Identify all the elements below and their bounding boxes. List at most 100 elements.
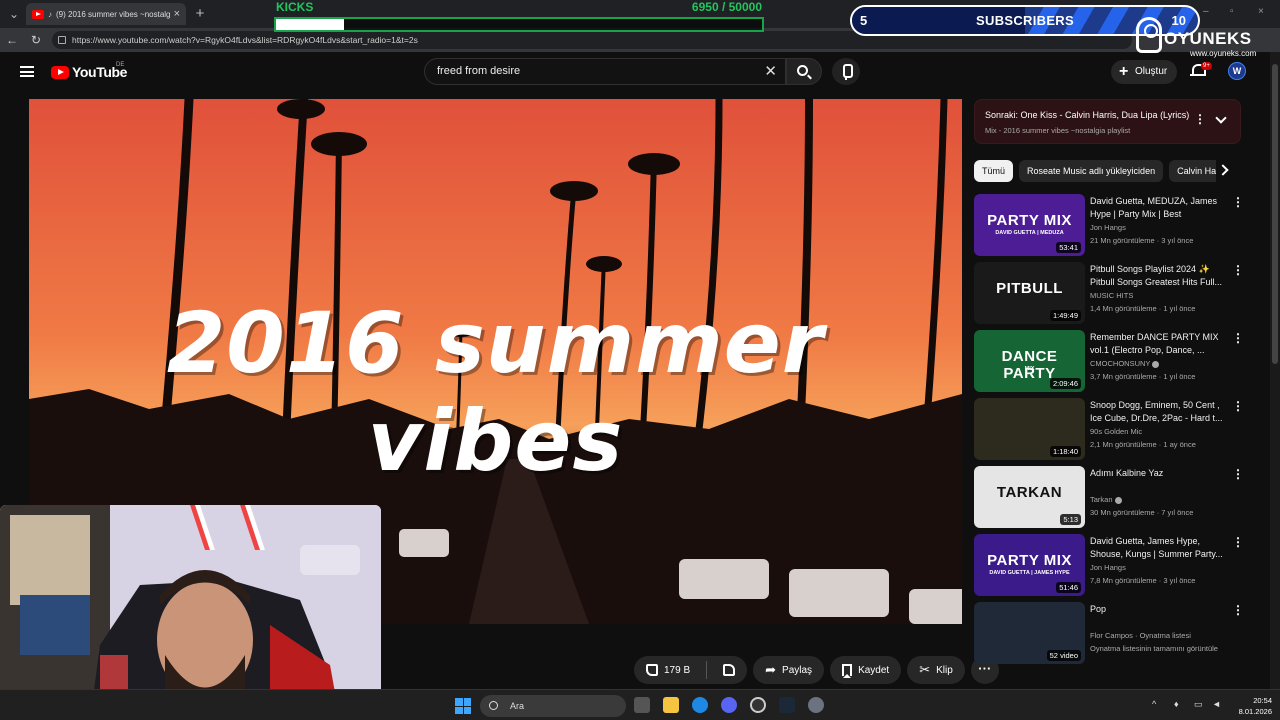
steam-icon[interactable] <box>779 697 795 713</box>
taskbar-search-text: Ara <box>510 701 525 711</box>
item-menu-icon[interactable]: ⋮ <box>1232 399 1244 413</box>
like-icon[interactable] <box>646 664 658 676</box>
close-window-icon[interactable]: × <box>1258 6 1264 17</box>
item-menu-icon[interactable]: ⋮ <box>1232 535 1244 549</box>
settings-gear-icon[interactable] <box>808 697 824 713</box>
minimize-icon[interactable]: – <box>1203 6 1209 17</box>
account-avatar[interactable]: W <box>1228 62 1246 80</box>
channel-name[interactable]: Tarkan <box>1090 495 1225 504</box>
recommendations-list: PARTY MIX DAVID GUETTA | MEDUZA 53:41 David… <box>974 193 1244 669</box>
filter-chip[interactable]: Calvin Harris <box>1169 160 1216 182</box>
taskbar-search[interactable]: Ara <box>480 695 626 717</box>
maximize-icon[interactable]: ▫ <box>1230 6 1234 17</box>
kicks-label: KICKS <box>276 0 314 14</box>
discord-icon[interactable] <box>721 697 737 713</box>
voice-search-icon[interactable] <box>832 58 860 85</box>
recommendation-title[interactable]: Remember DANCE PARTY MIX vol.1 (Electro … <box>1090 331 1223 357</box>
clip-button[interactable]: ✂ Klip <box>907 656 965 684</box>
item-menu-icon[interactable]: ⋮ <box>1232 263 1244 277</box>
tab-search-icon[interactable]: ⌄ <box>4 5 24 23</box>
chrome-icon[interactable] <box>750 697 766 713</box>
kicks-progress-bar <box>274 17 764 32</box>
video-thumbnail[interactable]: PARTY MIX DAVID GUETTA | MEDUZA 53:41 <box>974 194 1085 256</box>
chevron-right-icon[interactable] <box>1217 164 1229 176</box>
channel-name[interactable]: Jon Hangs <box>1090 563 1225 572</box>
channel-name[interactable]: Flor Campos · Oynatma listesi <box>1090 631 1225 640</box>
scroll-thumb[interactable] <box>1272 64 1278 364</box>
recommendation-item[interactable]: PARTY MIX DAVID GUETTA | JAMES HYPE 51:46 D… <box>974 533 1244 601</box>
tab-title: (9) 2016 summer vibes ~nostalgia <box>56 9 170 19</box>
view-meta: Oynatma listesinin tamamını görüntüle <box>1090 644 1218 653</box>
menu-icon[interactable] <box>20 66 34 77</box>
search-box[interactable]: freed from desire ✕ <box>424 58 786 85</box>
recommendation-item[interactable]: PITBULL 1:49:49 Pitbull Songs Playlist 202… <box>974 261 1244 329</box>
up-next-panel[interactable]: Sonraki: One Kiss - Calvin Harris, Dua L… <box>974 99 1241 144</box>
task-view-icon[interactable] <box>634 697 650 713</box>
recommendation-title[interactable]: Adımı Kalbine Yaz <box>1090 467 1223 480</box>
thumbnail-subtext: DAVID GUETTA | MEDUZA <box>995 230 1064 236</box>
search-button[interactable] <box>786 58 822 85</box>
create-label: Oluştur <box>1135 66 1168 77</box>
channel-name-text: CMOCHONSUNY <box>1090 359 1151 368</box>
edge-browser-icon[interactable] <box>692 697 708 713</box>
video-thumbnail[interactable]: TARKAN 5:13 <box>974 466 1085 528</box>
reload-icon[interactable]: ↻ <box>28 32 44 48</box>
item-menu-icon[interactable]: ⋮ <box>1232 467 1244 481</box>
browser-tab[interactable]: ♪ (9) 2016 summer vibes ~nostalgia × <box>26 3 186 25</box>
clear-search-icon[interactable]: ✕ <box>764 62 777 80</box>
thumbnail-subtext: MIX <box>1024 366 1035 372</box>
video-thumbnail[interactable]: DANCE PARTY MIX 2:09:46 <box>974 330 1085 392</box>
windows-start-icon[interactable] <box>455 698 471 714</box>
item-menu-icon[interactable]: ⋮ <box>1232 195 1244 209</box>
channel-name[interactable]: 90s Golden Mic <box>1090 427 1225 436</box>
playlist-menu-icon[interactable]: ⋮ <box>1194 112 1206 126</box>
page-scrollbar[interactable] <box>1270 52 1280 689</box>
save-button[interactable]: Kaydet <box>830 656 902 684</box>
recommendation-title[interactable]: Snoop Dogg, Eminem, 50 Cent , Ice Cube, … <box>1090 399 1223 425</box>
tab-close-icon[interactable]: × <box>174 8 180 20</box>
chevron-down-icon[interactable] <box>1215 112 1227 124</box>
create-button[interactable]: + Oluştur <box>1111 60 1177 84</box>
item-menu-icon[interactable]: ⋮ <box>1232 331 1244 345</box>
recommendation-title[interactable]: David Guetta, MEDUZA, James Hype | Party… <box>1090 195 1223 221</box>
video-thumbnail[interactable]: PITBULL 1:49:49 <box>974 262 1085 324</box>
channel-name[interactable]: CMOCHONSUNY <box>1090 359 1225 368</box>
back-icon[interactable]: ← <box>4 32 20 48</box>
recommendation-item[interactable]: DANCE PARTY MIX 2:09:46 Remember DANCE PART… <box>974 329 1244 397</box>
recommendation-item[interactable]: 1:18:40 Snoop Dogg, Eminem, 50 Cent , Ice… <box>974 397 1244 465</box>
recommendation-item[interactable]: PARTY MIX DAVID GUETTA | MEDUZA 53:41 David… <box>974 193 1244 261</box>
channel-name[interactable]: MUSIC HITS <box>1090 291 1225 300</box>
channel-name[interactable]: Jon Hangs <box>1090 223 1225 232</box>
system-clock[interactable]: 20:54 8.01.2026 <box>1228 695 1272 717</box>
site-info-icon[interactable] <box>58 36 66 44</box>
recommendation-title[interactable]: David Guetta, James Hype, Shouse, Kungs … <box>1090 535 1223 561</box>
dislike-icon[interactable] <box>723 664 736 676</box>
video-thumbnail[interactable]: 1:18:40 <box>974 398 1085 460</box>
network-icon[interactable]: ▭ <box>1194 699 1203 710</box>
video-thumbnail[interactable]: PARTY MIX DAVID GUETTA | JAMES HYPE 51:46 <box>974 534 1085 596</box>
channel-name-text: Jon Hangs <box>1090 223 1126 232</box>
share-button[interactable]: ➦ Paylaş <box>753 656 825 684</box>
search-input[interactable]: freed from desire <box>437 65 520 77</box>
tray-chevron-icon[interactable]: ^ <box>1152 699 1156 709</box>
search-icon <box>797 65 808 76</box>
channel-name-text: Jon Hangs <box>1090 563 1126 572</box>
recommendation-title[interactable]: Pop <box>1090 603 1223 616</box>
up-next-title[interactable]: Sonraki: One Kiss - Calvin Harris, Dua L… <box>985 110 1195 120</box>
microphone-tray-icon[interactable]: ♦ <box>1174 699 1179 709</box>
file-explorer-icon[interactable] <box>663 697 679 713</box>
filter-chip[interactable]: Roseate Music adlı yükleyiciden <box>1019 160 1164 182</box>
item-menu-icon[interactable]: ⋮ <box>1232 603 1244 617</box>
audio-icon[interactable]: ♪ <box>48 10 52 19</box>
recommendation-item[interactable]: 52 video Pop Flor Campos · Oynatma listesi… <box>974 601 1244 669</box>
new-tab-icon[interactable]: + <box>190 5 210 23</box>
streamer-webcam <box>0 505 381 720</box>
like-count[interactable]: 179 B <box>664 665 690 676</box>
recommendation-title[interactable]: Pitbull Songs Playlist 2024 ✨ Pitbull So… <box>1090 263 1223 289</box>
duration-badge: 53:41 <box>1056 242 1081 253</box>
volume-icon[interactable]: ◄ <box>1212 699 1221 709</box>
duration-badge: 1:49:49 <box>1049 310 1081 321</box>
video-thumbnail[interactable]: 52 video <box>974 602 1085 664</box>
filter-chip[interactable]: Tümü <box>974 160 1014 182</box>
recommendation-item[interactable]: TARKAN 5:13 Adımı Kalbine Yaz Tarkan 30 Mn g… <box>974 465 1244 533</box>
